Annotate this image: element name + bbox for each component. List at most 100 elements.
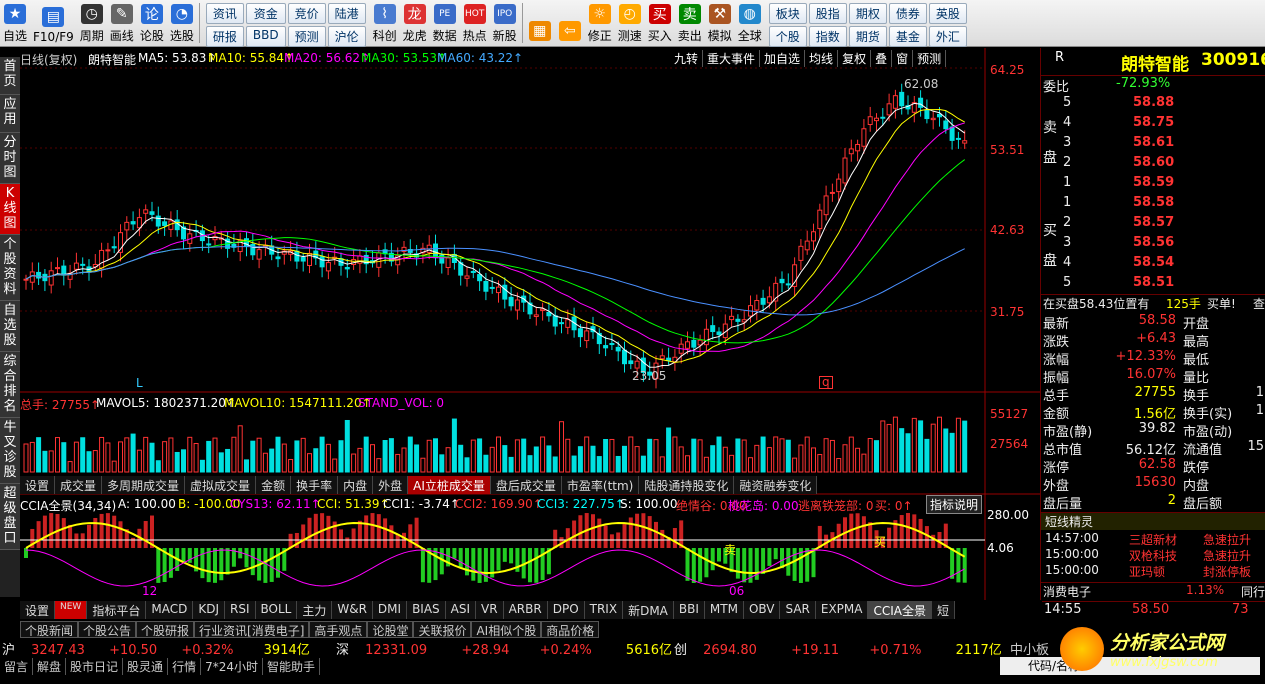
bottom-link-5[interactable]: 7*24小时 [201,658,263,675]
volume-tab-1[interactable]: 成交量 [55,476,103,494]
indicator-tab-9[interactable]: DMI [372,601,408,619]
big1-周期[interactable]: ◷ 周期 [77,0,107,46]
toolbar-button-5[interactable]: BBD [245,26,286,47]
indicator-tab-4[interactable]: KDJ [193,601,225,619]
toolbar-button-3[interactable]: 陆港 [327,3,366,24]
side-tab-7[interactable]: 牛叉诊股 [0,418,20,484]
market-button-7[interactable]: 期货 [848,26,887,47]
big3-back-arrow-icon[interactable]: ⇦ [555,0,585,46]
market-button-0[interactable]: 板块 [768,3,807,24]
indicator-tab-19[interactable]: OBV [743,601,781,619]
indicator-tab-20[interactable]: SAR [780,601,816,619]
indicator-tab-6[interactable]: BOLL [255,601,298,619]
indicator-tab-1[interactable]: NEW [55,601,88,619]
big3-全球[interactable]: ◍ 全球 [735,0,765,46]
indicator-tab-5[interactable]: RSI [225,601,256,619]
indicator-tab-21[interactable]: EXPMA [815,601,869,619]
indicator-tab-11[interactable]: ASI [445,601,477,619]
big1-论股[interactable]: 论论股 [137,0,167,46]
news-tab-7[interactable]: AI相似个股 [471,621,542,638]
market-button-8[interactable]: 基金 [888,26,927,47]
news-tab-5[interactable]: 论股堂 [367,621,414,638]
sprite-row-2[interactable]: 15:00:00 亚玛顿 封涨停板 [1041,563,1265,581]
indicator-explain-button[interactable]: 指标说明 [926,495,983,514]
indicator-tab-23[interactable]: 短 [932,601,956,619]
bottom-link-0[interactable]: 留言 [0,658,34,675]
market-button-4[interactable]: 英股 [928,3,967,24]
big1-选股[interactable]: ◔ 选股 [167,0,197,46]
news-tab-2[interactable]: 个股研报 [136,621,195,638]
bottom-link-1[interactable]: 解盘 [33,658,67,675]
market-button-5[interactable]: 个股 [768,26,807,47]
toolbar-button-2[interactable]: 竞价 [287,3,326,24]
volume-tab-10[interactable]: 市盈率(ttm) [561,476,640,494]
news-tab-3[interactable]: 行业资讯[消费电子] [194,621,310,638]
big3-卖出[interactable]: 卖卖出 [675,0,705,46]
volume-tab-5[interactable]: 换手率 [291,476,339,494]
side-tab-5[interactable]: 自选股 [0,301,20,352]
side-tab-6[interactable]: 综合排名 [0,352,20,418]
toolbar-button-0[interactable]: 资讯 [205,3,244,24]
indicator-tab-7[interactable]: 主力 [297,601,333,619]
big3-买入[interactable]: 买买入 [645,0,675,46]
volume-tab-11[interactable]: 陆股通持股变化 [639,476,735,494]
volume-tab-9[interactable]: 盘后成交量 [490,476,562,494]
order-note-check[interactable]: 查 [1253,295,1265,312]
side-tab-2[interactable]: 分时图 [0,133,20,184]
side-tab-0[interactable]: 首页 [0,57,20,95]
big1-画线[interactable]: ✎ 画线 [107,0,137,46]
indicator-tab-16[interactable]: 新DMA [623,601,674,619]
volume-tab-3[interactable]: 虚拟成交量 [185,476,257,494]
bottom-link-3[interactable]: 股灵通 [123,658,169,675]
market-button-2[interactable]: 期权 [848,3,887,24]
bottom-link-4[interactable]: 行情 [168,658,202,675]
news-tab-0[interactable]: 个股新闻 [20,621,79,638]
news-tab-8[interactable]: 商品价格 [541,621,600,638]
big1-自选[interactable]: ★ 自选 [0,0,30,46]
indicator-tab-2[interactable]: 指标平台 [87,601,147,619]
big3-模拟[interactable]: ⚒ 模拟 [705,0,735,46]
indicator-tab-8[interactable]: W&R [332,601,373,619]
big2-热点[interactable]: HOT 热点 [460,0,490,46]
indicator-tab-15[interactable]: TRIX [584,601,624,619]
volume-tab-8[interactable]: AI立桩成交量 [408,476,491,494]
volume-tab-6[interactable]: 内盘 [338,476,374,494]
market-button-3[interactable]: 债券 [888,3,927,24]
indicator-tab-22[interactable]: CCIA全景 [868,601,932,619]
volume-tab-12[interactable]: 融资融券变化 [734,476,818,494]
toolbar-button-1[interactable]: 资金 [245,3,286,24]
indicator-tab-14[interactable]: DPO [547,601,585,619]
big3-grid-color-icon[interactable]: ▦ [525,0,555,46]
big3-测速[interactable]: ◴ 测速 [615,0,645,46]
market-button-9[interactable]: 外汇 [928,26,967,47]
big2-龙虎[interactable]: 龙龙虎 [400,0,430,46]
big3-修正[interactable]: ☼ 修正 [585,0,615,46]
side-tab-8[interactable]: 超级盘口 [0,484,20,550]
toolbar-button-6[interactable]: 预测 [287,26,326,47]
big1-F10/F9[interactable]: ▤ F10/F9 [30,0,77,46]
toolbar-button-4[interactable]: 研报 [205,26,244,47]
market-button-6[interactable]: 指数 [808,26,847,47]
indicator-tab-17[interactable]: BBI [673,601,705,619]
indicator-tab-18[interactable]: MTM [704,601,744,619]
side-tab-1[interactable]: 应用 [0,95,20,133]
indicator-tab-13[interactable]: ARBR [503,601,548,619]
sector-more[interactable]: 同行业 [1241,583,1265,600]
side-tab-3[interactable]: K线图 [0,184,20,235]
volume-tab-7[interactable]: 外盘 [373,476,409,494]
big2-科创[interactable]: ⌇ 科创 [370,0,400,46]
news-tab-4[interactable]: 高手观点 [309,621,368,638]
indicator-tab-10[interactable]: BIAS [407,601,446,619]
volume-tab-2[interactable]: 多周期成交量 [102,476,186,494]
side-tab-4[interactable]: 个股资料 [0,235,20,301]
big2-数据[interactable]: PE 数据 [430,0,460,46]
bottom-link-6[interactable]: 智能助手 [263,658,320,675]
volume-tab-4[interactable]: 金额 [256,476,292,494]
news-tab-1[interactable]: 个股公告 [78,621,137,638]
big2-新股[interactable]: IPO 新股 [490,0,520,46]
volume-tab-0[interactable]: 设置 [20,476,56,494]
bottom-link-2[interactable]: 股市日记 [66,658,124,675]
indicator-tab-0[interactable]: 设置 [20,601,56,619]
toolbar-button-7[interactable]: 沪伦 [327,26,366,47]
market-button-1[interactable]: 股指 [808,3,847,24]
